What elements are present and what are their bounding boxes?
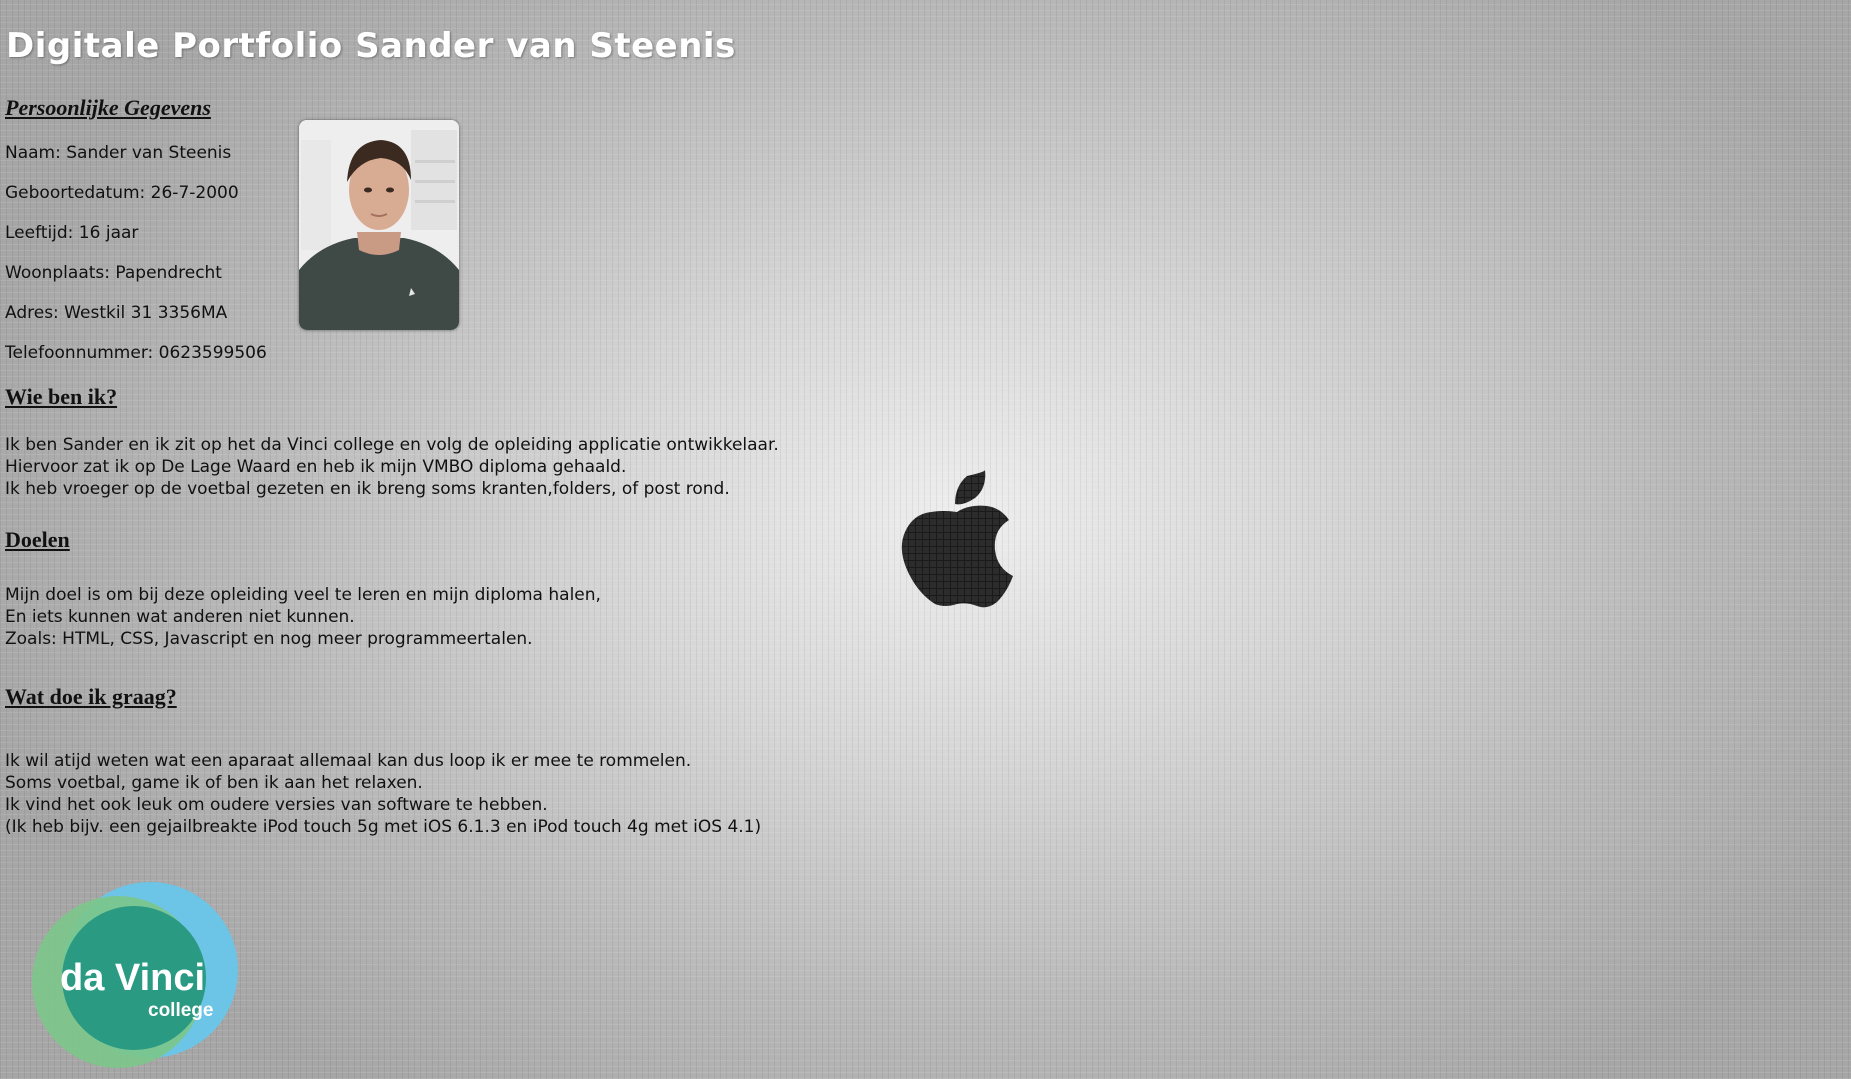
- about-line-1: Ik ben Sander en ik zit op het da Vinci …: [5, 435, 779, 455]
- hobbies-text: Ik wil atijd weten wat een aparaat allem…: [5, 750, 761, 838]
- goals-line-2: En iets kunnen wat anderen niet kunnen.: [5, 607, 355, 627]
- about-text: Ik ben Sander en ik zit op het da Vinci …: [5, 434, 779, 500]
- goals-line-3: Zoals: HTML, CSS, Javascript en nog meer…: [5, 629, 533, 649]
- apple-logo-icon: [901, 470, 1013, 608]
- info-name: Naam: Sander van Steenis: [5, 143, 232, 163]
- info-age: Leeftijd: 16 jaar: [5, 223, 139, 243]
- page-title: Digitale Portfolio Sander van Steenis: [6, 26, 736, 66]
- hobbies-line-3: Ik vind het ook leuk om oudere versies v…: [5, 795, 548, 815]
- info-birthdate: Geboortedatum: 26-7-2000: [5, 183, 239, 203]
- logo-text-davinci: da Vinci: [60, 957, 205, 999]
- about-heading: Wie ben ik?: [5, 384, 118, 409]
- profile-photo-image: [299, 120, 459, 330]
- info-address: Adres: Westkil 31 3356MA: [5, 303, 228, 323]
- goals-text: Mijn doel is om bij deze opleiding veel …: [5, 584, 601, 650]
- personal-heading: Persoonlijke Gegevens: [5, 95, 211, 120]
- profile-photo: [299, 120, 459, 330]
- hobbies-line-1: Ik wil atijd weten wat een aparaat allem…: [5, 751, 692, 771]
- about-line-2: Hiervoor zat ik op De Lage Waard en heb …: [5, 457, 627, 477]
- hobbies-line-4: (Ik heb bijv. een gejailbreakte iPod tou…: [5, 817, 762, 837]
- info-residence: Woonplaats: Papendrecht: [5, 263, 222, 283]
- about-line-3: Ik heb vroeger op de voetbal gezeten en …: [5, 479, 730, 499]
- davinci-college-logo: da Vinci college: [32, 882, 238, 1068]
- goals-heading: Doelen: [5, 527, 70, 552]
- goals-line-1: Mijn doel is om bij deze opleiding veel …: [5, 585, 601, 605]
- hobbies-line-2: Soms voetbal, game ik of ben ik aan het …: [5, 773, 423, 793]
- info-phone: Telefoonnummer: 0623599506: [5, 343, 267, 363]
- hobbies-heading: Wat doe ik graag?: [5, 684, 177, 709]
- logo-text-college: college: [148, 1000, 213, 1021]
